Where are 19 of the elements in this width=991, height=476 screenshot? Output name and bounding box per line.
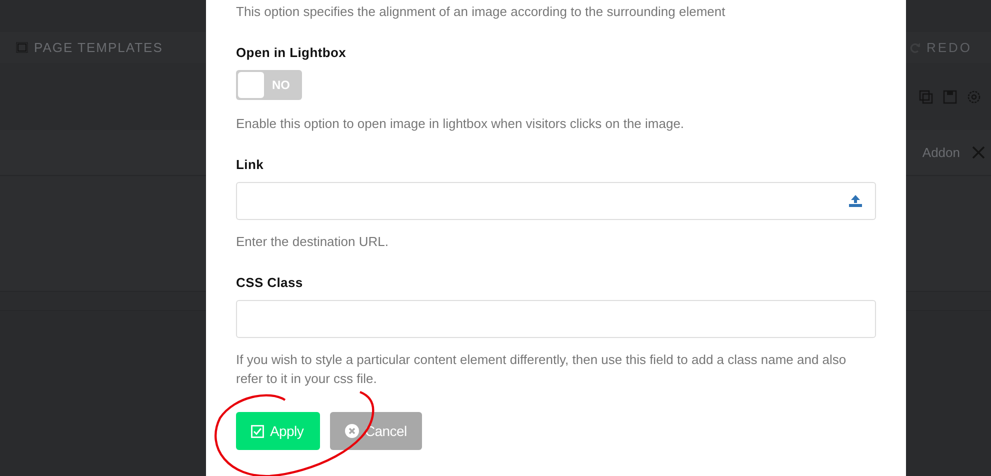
template-icon xyxy=(16,42,28,53)
field-label: Open in Lightbox xyxy=(236,45,348,60)
save-icon[interactable] xyxy=(943,90,957,104)
field-label: CSS Class xyxy=(236,275,304,290)
upload-icon[interactable] xyxy=(849,195,862,207)
checkbox-icon xyxy=(251,424,264,438)
help-text: Enable this option to open image in lightbox when visitors clicks on the image. xyxy=(236,115,686,133)
field-label: Link xyxy=(236,157,265,172)
duplicate-icon[interactable] xyxy=(919,90,933,104)
input-field[interactable] xyxy=(236,300,876,338)
help-text: This option specifies the alignment of an image according to the surrounding element xyxy=(236,3,726,21)
page-templates-link[interactable]: PAGE TEMPLATES xyxy=(34,40,163,55)
close-icon xyxy=(345,424,359,438)
apply-button[interactable]: Apply xyxy=(236,412,320,450)
input-field[interactable] xyxy=(236,182,876,220)
settings-icon[interactable] xyxy=(967,90,981,104)
help-text: If you wish to style a particular content element differently, then use this field to add a class name and also refer to it in your css file. xyxy=(236,351,848,388)
addon-button[interactable]: Addon xyxy=(922,145,960,160)
help-text: Enter the destination URL. xyxy=(236,233,390,251)
